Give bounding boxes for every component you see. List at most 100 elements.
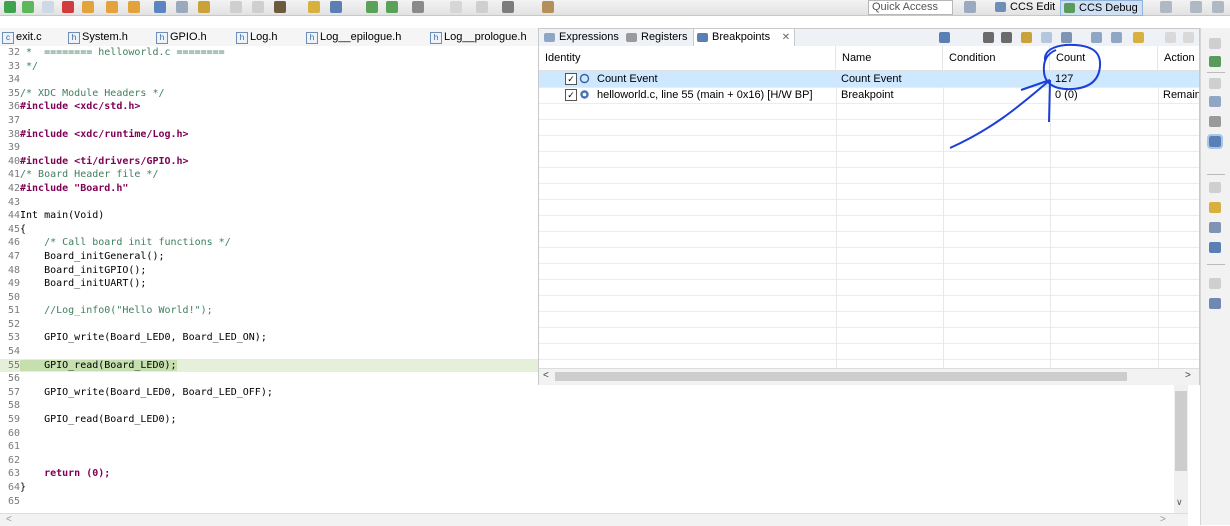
code-line[interactable]: 58 [0, 399, 538, 413]
tab-expressions[interactable]: Expressions [541, 29, 619, 46]
restore-icon[interactable] [1212, 1, 1224, 13]
step-over-asm-icon[interactable] [386, 1, 398, 13]
code-line[interactable]: 62 [0, 454, 538, 468]
code-line[interactable]: 48 Board_initGPIO(); [0, 264, 538, 278]
scroll-left-icon[interactable]: < [6, 514, 12, 525]
code-line[interactable]: 53 GPIO_write(Board_LED0, Board_LED_ON); [0, 331, 538, 345]
editor-tab-gpio-h[interactable]: h GPIO.h [154, 30, 207, 44]
link-icon[interactable] [1133, 32, 1144, 43]
code-line[interactable]: 34 [0, 73, 538, 87]
editor-tab-exit-c[interactable]: c exit.c [0, 30, 42, 44]
outline-icon[interactable] [1209, 298, 1221, 309]
editor-tab-log-h[interactable]: h Log.h [234, 30, 278, 44]
restart-icon[interactable] [230, 1, 242, 13]
code-line[interactable]: 54 [0, 345, 538, 359]
code-line[interactable]: 51 //Log_info0("Hello World!"); [0, 304, 538, 318]
reset-icon[interactable] [154, 1, 166, 13]
code-line[interactable]: 37 [0, 114, 538, 128]
remove-all-icon[interactable] [1001, 32, 1012, 43]
step-icon[interactable] [366, 1, 378, 13]
step-over-icon[interactable] [106, 1, 118, 13]
save-icon[interactable] [1190, 1, 1202, 13]
restore-view-icon[interactable] [1209, 278, 1221, 289]
new-breakpoint-icon[interactable] [939, 32, 950, 43]
expand-icon[interactable] [1091, 32, 1102, 43]
restore-view-icon[interactable] [1209, 38, 1221, 49]
collapse-icon[interactable] [1111, 32, 1122, 43]
restore-view-icon[interactable] [1209, 78, 1221, 89]
code-line[interactable]: 44Int main(Void) [0, 209, 538, 223]
quick-access-field[interactable]: Quick Access [868, 0, 953, 15]
settings-icon[interactable] [502, 1, 514, 13]
code-line[interactable]: 43 [0, 196, 538, 210]
code-line[interactable]: 55 GPIO_read(Board_LED0); [0, 358, 538, 373]
column-name[interactable]: Name [836, 46, 943, 70]
column-count[interactable]: Count [1050, 46, 1158, 70]
code-line[interactable]: 52 [0, 318, 538, 332]
target-icon[interactable] [330, 1, 342, 13]
pin-icon[interactable] [542, 1, 554, 13]
scrollbar-thumb[interactable] [1175, 391, 1187, 471]
go-to-file-icon[interactable] [1041, 32, 1052, 43]
code-line[interactable]: 64} [0, 481, 538, 495]
scroll-left-icon[interactable]: < [543, 370, 549, 381]
perspective-ccs-debug[interactable]: CCS Debug [1060, 0, 1143, 16]
code-line[interactable]: 39 [0, 141, 538, 155]
show-supported-icon[interactable] [1021, 32, 1032, 43]
code-line[interactable]: 47 Board_initGeneral(); [0, 250, 538, 264]
debug-view-icon[interactable] [1209, 56, 1221, 67]
scroll-right-icon[interactable]: > [1185, 370, 1191, 381]
editor-vertical-scrollbar[interactable]: ∨ [1174, 385, 1188, 513]
build-icon[interactable] [274, 1, 286, 13]
memory-icon[interactable] [1209, 222, 1221, 233]
scrollbar-thumb[interactable] [555, 372, 1127, 381]
code-line[interactable]: 61 [0, 440, 538, 454]
suspend-icon[interactable] [42, 1, 54, 13]
perspective-ccs-edit[interactable]: CCS Edit [992, 0, 1059, 14]
code-line[interactable]: 38#include <xdc/runtime/Log.h> [0, 128, 538, 142]
editor-tab-log-prologue-h[interactable]: h Log__prologue.h [428, 30, 527, 44]
load-icon[interactable] [252, 1, 264, 13]
scroll-right-icon[interactable]: > [1160, 514, 1166, 525]
code-line[interactable]: 49 Board_initUART(); [0, 277, 538, 291]
editor-horizontal-scrollbar[interactable]: < > [0, 513, 1188, 526]
row-checkbox[interactable]: ✓ [565, 73, 577, 85]
debug-icon[interactable] [198, 1, 210, 13]
code-line[interactable]: 45{ [0, 223, 538, 237]
restore-view-icon[interactable] [1209, 182, 1221, 193]
code-line[interactable]: 59 GPIO_read(Board_LED0); [0, 413, 538, 427]
terminate-icon[interactable] [62, 1, 74, 13]
open-perspective-icon[interactable] [964, 1, 976, 13]
scroll-down-icon[interactable]: ∨ [1176, 497, 1183, 508]
remove-icon[interactable] [983, 32, 994, 43]
editor-tab-system-h[interactable]: h System.h [66, 30, 128, 44]
code-line[interactable]: 46 /* Call board init functions */ [0, 236, 538, 250]
resume-icon[interactable] [22, 1, 34, 13]
code-line[interactable]: 32 * ======== helloworld.c ======== [0, 46, 538, 60]
code-line[interactable]: 33 */ [0, 60, 538, 74]
tab-breakpoints[interactable]: Breakpoints ✕ [693, 29, 796, 47]
minimize-icon[interactable] [1183, 32, 1194, 43]
run-icon[interactable] [4, 1, 16, 13]
code-line[interactable]: 56 [0, 372, 538, 386]
tools-icon[interactable] [308, 1, 320, 13]
registers-icon[interactable] [1209, 116, 1221, 127]
code-line[interactable]: 36#include <xdc/std.h> [0, 100, 538, 114]
code-line[interactable]: 63 return (0); [0, 467, 538, 481]
step-return-icon[interactable] [128, 1, 140, 13]
breakpoints-icon[interactable] [1207, 134, 1223, 149]
breakpoints-horizontal-scrollbar[interactable]: < > [539, 368, 1199, 385]
code-line[interactable]: 57 GPIO_write(Board_LED0, Board_LED_OFF)… [0, 386, 538, 400]
profile-icon[interactable] [476, 1, 488, 13]
code-line[interactable]: 65 [0, 495, 538, 509]
code-line[interactable]: 42#include "Board.h" [0, 182, 538, 196]
connect-icon[interactable] [176, 1, 188, 13]
column-action[interactable]: Action [1158, 46, 1199, 70]
window-icon[interactable] [1160, 1, 1172, 13]
view-menu-icon[interactable] [1165, 32, 1176, 43]
column-condition[interactable]: Condition [943, 46, 1050, 70]
tab-registers[interactable]: Registers [623, 29, 687, 46]
editor-tab-log-epilogue-h[interactable]: h Log__epilogue.h [304, 30, 401, 44]
wrench-icon[interactable] [412, 1, 424, 13]
table-row[interactable]: ✓ helloworld.c, line 55 (main + 0x16) [H… [539, 87, 1199, 103]
